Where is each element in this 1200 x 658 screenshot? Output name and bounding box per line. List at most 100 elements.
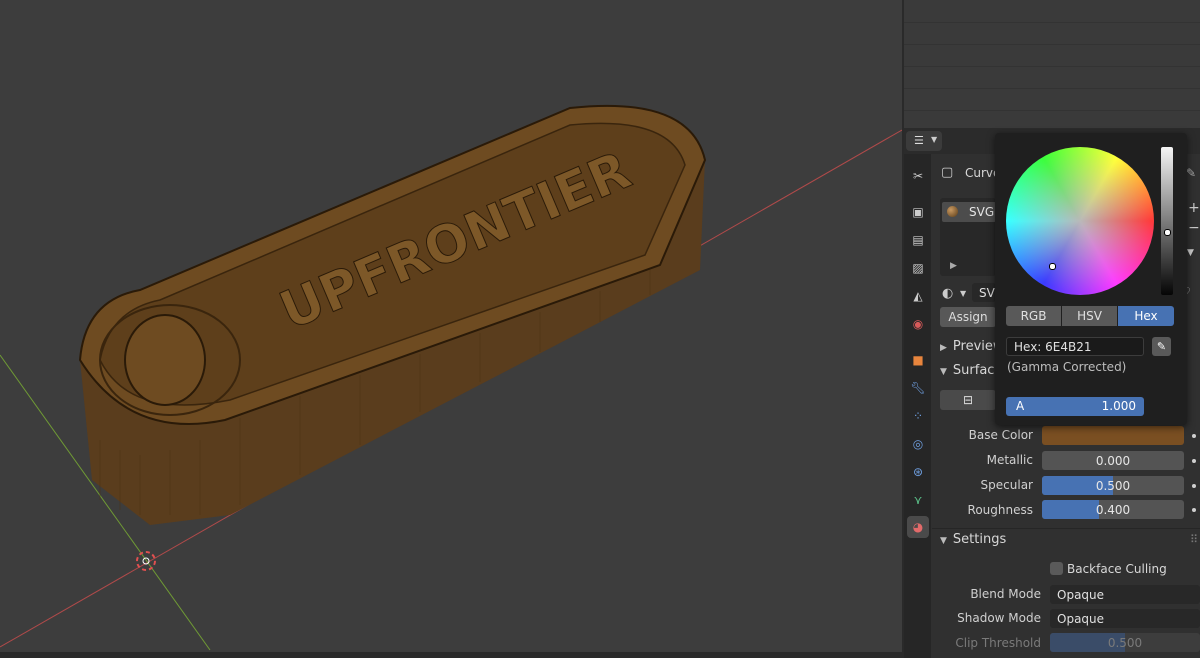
specular-slider[interactable]: 0.500	[1042, 476, 1184, 495]
material-browse-icon[interactable]: ◐	[942, 286, 953, 301]
3d-cursor-icon[interactable]	[136, 551, 156, 571]
3d-viewport[interactable]: UPFRONTIER	[0, 0, 902, 658]
shadow-mode-label: Shadow Mode	[957, 611, 1041, 625]
outliner-area	[904, 0, 1200, 128]
clip-threshold-slider[interactable]: 0.500	[1050, 633, 1200, 652]
tab-view-layer[interactable]: ▨	[907, 257, 929, 279]
gamma-note: (Gamma Corrected)	[1007, 360, 1127, 374]
base-color-swatch[interactable]	[1042, 426, 1184, 445]
socket-dot[interactable]	[1192, 459, 1196, 463]
constraint-icon: ⊛	[912, 465, 924, 479]
shadow-mode-value: Opaque	[1057, 611, 1105, 626]
editor-type-button[interactable]: ☰ ▼	[906, 131, 942, 151]
outliner-row-line	[904, 22, 1200, 23]
expanded-arrow-icon: ▼	[940, 367, 947, 377]
hsv-label: HSV	[1077, 309, 1102, 323]
outliner-row-line	[904, 44, 1200, 45]
expanded-arrow-icon: ▼	[940, 536, 947, 546]
remove-slot-icon[interactable]: −	[1188, 220, 1200, 236]
emblem-symbol	[124, 314, 206, 406]
tab-object[interactable]: ■	[907, 349, 929, 371]
metallic-slider[interactable]: 0.000	[1042, 451, 1184, 470]
world-icon: ◉	[912, 317, 924, 331]
assign-button[interactable]: Assign	[940, 307, 996, 327]
tab-physics[interactable]: ◎	[907, 433, 929, 455]
list-expand-icon[interactable]: ▶	[950, 261, 957, 271]
roughness-slider[interactable]: 0.400	[1042, 500, 1184, 519]
color-wheel[interactable]	[1006, 147, 1154, 295]
socket-dot[interactable]	[1192, 434, 1196, 438]
outliner-row-line	[904, 110, 1200, 111]
color-wheel-cursor[interactable]	[1049, 263, 1056, 270]
tab-render[interactable]: ▣	[907, 201, 929, 223]
hex-label: Hex	[1134, 309, 1158, 323]
hex-input[interactable]: Hex: 6E4B21	[1006, 337, 1144, 356]
settings-panel-header[interactable]: ▼ Settings	[940, 532, 1006, 547]
clip-threshold-value: 0.500	[1107, 635, 1143, 650]
hsv-mode-button[interactable]: HSV	[1062, 306, 1117, 326]
backface-label: Backface Culling	[1067, 562, 1167, 576]
alpha-value: 1.000	[1101, 399, 1136, 413]
image-icon: ▨	[912, 261, 924, 275]
object-icon: ■	[912, 353, 924, 367]
material-slot-item[interactable]: SVGM	[942, 202, 1004, 222]
eyedropper-button[interactable]: ✎	[1152, 337, 1171, 356]
specular-value: 0.500	[1095, 478, 1131, 493]
blend-mode-select[interactable]: Opaque	[1050, 585, 1200, 604]
material-name-field[interactable]: SVGM	[972, 283, 996, 302]
chevron-down-icon[interactable]: ▼	[1187, 248, 1194, 258]
shadow-mode-select[interactable]: Opaque	[1050, 609, 1200, 628]
material-ball-icon	[947, 206, 958, 217]
tab-constraints[interactable]: ⊛	[907, 461, 929, 483]
eyedropper-icon: ✎	[1156, 340, 1167, 353]
settings-label: Settings	[952, 532, 1007, 547]
tab-output[interactable]: ▤	[907, 229, 929, 251]
tab-modifiers[interactable]: 🔧︎	[907, 377, 929, 399]
tab-world[interactable]: ◉	[907, 313, 929, 335]
tab-particles[interactable]: ⁘	[907, 405, 929, 427]
alpha-slider[interactable]: A 1.000	[1006, 397, 1144, 416]
curve-object-icon: ▢	[941, 165, 954, 180]
backface-checkbox[interactable]	[1050, 562, 1063, 575]
roughness-label: Roughness	[967, 503, 1033, 517]
pin-icon[interactable]: ✎	[1186, 166, 1196, 180]
material-icon: ◕	[912, 520, 924, 534]
roughness-fill	[1042, 500, 1099, 519]
viewport-status-strip	[0, 652, 902, 658]
blend-mode-value: Opaque	[1057, 587, 1105, 602]
assign-label: Assign	[948, 310, 988, 324]
socket-dot[interactable]	[1192, 508, 1196, 512]
value-slider-handle[interactable]	[1164, 229, 1171, 236]
socket-dot[interactable]	[1192, 484, 1196, 488]
tab-data[interactable]: ⋎	[907, 489, 929, 511]
particles-icon: ⁘	[912, 409, 924, 423]
tab-material[interactable]: ◕	[907, 516, 929, 538]
value-slider[interactable]	[1161, 147, 1173, 295]
scene-icon: ◭	[913, 289, 923, 303]
blend-mode-label: Blend Mode	[970, 587, 1041, 601]
surface-type-button[interactable]: ⊟	[940, 390, 996, 410]
camera-icon: ▣	[912, 205, 924, 219]
panel-divider	[932, 528, 1200, 529]
preview-panel-header[interactable]: ▶ Preview	[940, 339, 1004, 354]
rgb-mode-button[interactable]: RGB	[1006, 306, 1061, 326]
material-name-text: SVGM	[979, 285, 996, 300]
specular-label: Specular	[980, 478, 1033, 492]
clip-threshold-label: Clip Threshold	[955, 636, 1041, 650]
drag-handle-icon[interactable]: ⠿	[1190, 533, 1198, 546]
tab-tool[interactable]: ✂	[907, 165, 929, 187]
add-slot-icon[interactable]: +	[1188, 200, 1200, 216]
wrench-icon: 🔧︎	[910, 381, 926, 395]
hex-mode-button[interactable]: Hex	[1118, 306, 1174, 326]
editor-type-icon: ☰	[914, 134, 924, 147]
surface-panel-header[interactable]: ▼ Surface	[940, 363, 1002, 378]
outliner-row-line	[904, 66, 1200, 67]
outliner-row-line	[904, 88, 1200, 89]
metallic-value: 0.000	[1095, 453, 1131, 468]
physics-icon: ◎	[912, 437, 924, 451]
printer-icon: ▤	[912, 233, 924, 247]
tab-scene[interactable]: ◭	[907, 285, 929, 307]
node-icon: ⊟	[962, 393, 974, 407]
metallic-label: Metallic	[986, 453, 1033, 467]
alpha-label: A	[1016, 399, 1025, 413]
